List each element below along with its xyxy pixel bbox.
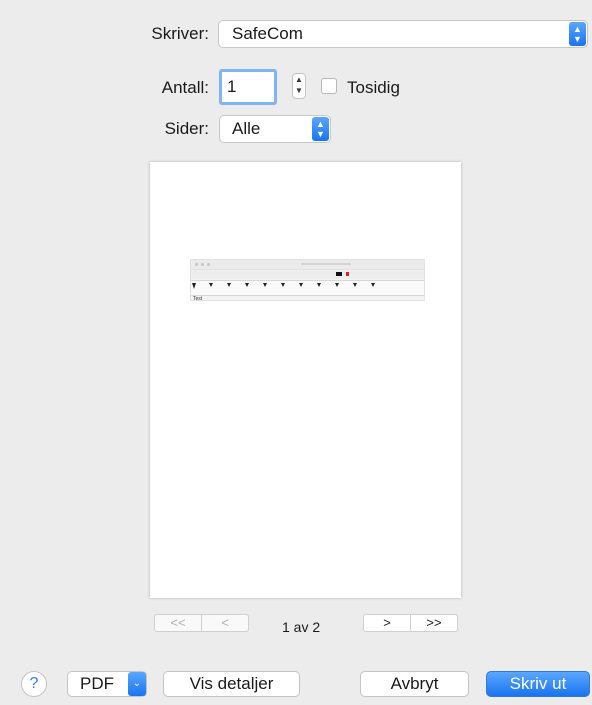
window-dot-icon [195,263,198,266]
preview-document-thumbnail: Test [190,259,425,302]
thumbnail-title-bar-line [301,263,351,265]
pages-select[interactable]: Alle ▲ ▼ [219,115,331,143]
tab-stop-icon [353,283,357,287]
print-dialog: Skriver: SafeCom ▲ ▼ Antall: 1 ▲ ▼ Tosidi… [0,0,592,705]
stepper-down-icon[interactable]: ▼ [293,85,305,96]
printer-value: SafeCom [232,24,303,43]
tab-stop-icon [263,283,267,287]
thumbnail-body-text: Test [193,296,203,302]
last-page-button[interactable]: >> [410,614,458,632]
tab-stop-icon [209,283,213,287]
tab-stop-icon [317,283,321,287]
tab-stop-icon [299,283,303,287]
popup-arrows-icon: ▲ ▼ [312,117,329,141]
color-swatch-icon [346,272,349,276]
pages-value: Alle [232,119,261,138]
previous-page-button[interactable]: < [201,614,249,632]
show-details-button[interactable]: Vis detaljer [163,671,300,697]
color-swatch-icon [336,272,342,276]
pdf-label: PDF [80,674,114,693]
tab-stop-icon [371,283,375,287]
two-sided-label[interactable]: Tosidig [347,78,400,98]
popup-arrows-icon: ▲ ▼ [569,22,586,46]
tab-stop-icon [245,283,249,287]
window-dot-icon [207,263,210,266]
copies-label: Antall: [161,78,209,97]
thumbnail-toolbar [191,269,424,279]
next-page-button[interactable]: > [363,614,411,632]
copies-value: 1 [227,77,237,96]
first-page-button[interactable]: << [154,614,202,632]
cancel-button[interactable]: Avbryt [360,671,469,697]
tab-stop-icon [335,283,339,287]
thumbnail-titlebar [191,260,424,269]
printer-select[interactable]: SafeCom ▲ ▼ [218,20,588,48]
copies-stepper[interactable]: ▲ ▼ [292,73,306,99]
tab-stop-icon [192,283,196,289]
chevron-down-icon[interactable]: ⌄ [128,672,146,696]
print-preview: Test [150,162,461,598]
printer-label: Skriver: [151,24,209,43]
stepper-up-icon[interactable]: ▲ [293,74,305,85]
copies-input[interactable]: 1 [219,69,277,105]
tab-stop-icon [281,283,285,287]
help-button[interactable]: ? [21,671,47,697]
page-count: 1 av 2 [282,619,321,635]
thumbnail-ruler [191,280,424,296]
window-dot-icon [201,263,204,266]
pages-label: Sider: [164,119,209,138]
tab-stop-icon [227,283,231,287]
two-sided-checkbox[interactable] [321,78,337,94]
print-button[interactable]: Skriv ut [486,671,590,697]
